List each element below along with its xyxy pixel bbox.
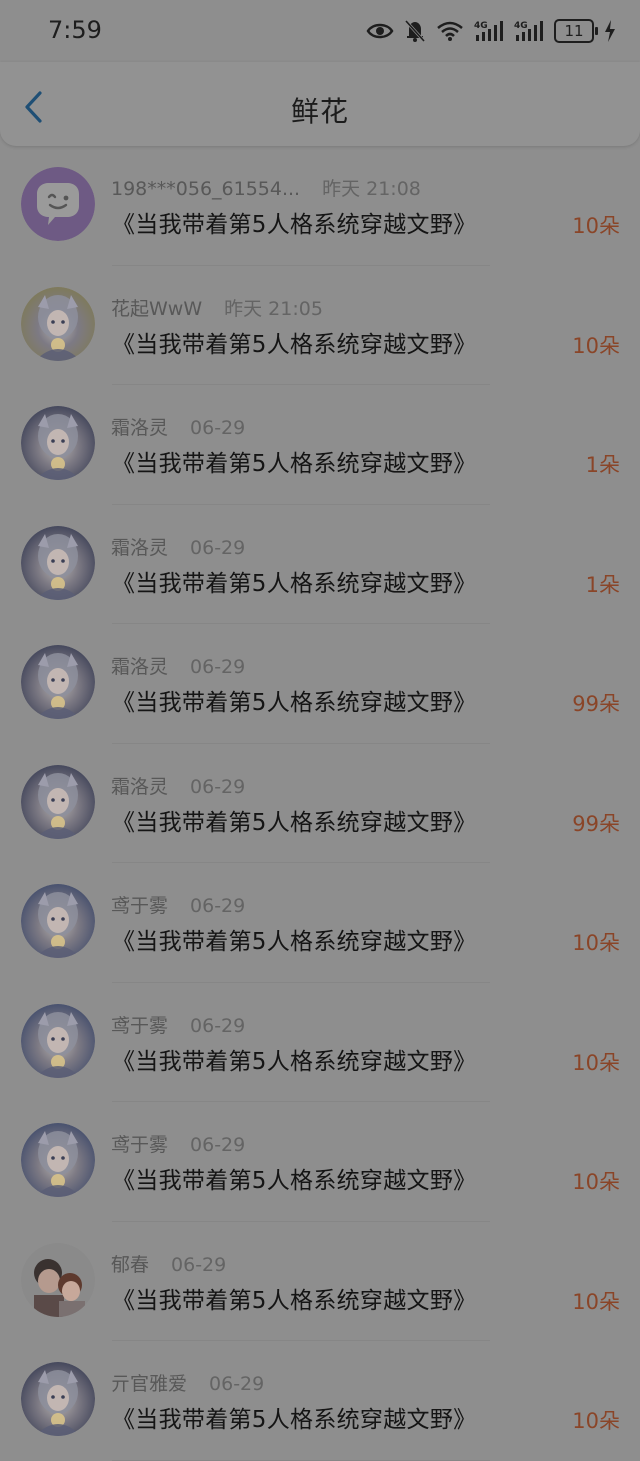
status-time: 7:59: [48, 16, 102, 44]
list-item[interactable]: 霜洛灵 06-29 《当我带着第5人格系统穿越文野》 99朵: [0, 624, 640, 744]
book-title: 《当我带着第5人格系统穿越文野》: [112, 331, 477, 358]
flower-count: 10朵: [572, 931, 620, 955]
username: 霜洛灵: [111, 656, 169, 678]
avatar[interactable]: [21, 1003, 95, 1078]
meta-line: 霜洛灵 06-29: [111, 413, 245, 440]
list-item[interactable]: 霜洛灵 06-29 《当我带着第5人格系统穿越文野》 99朵: [0, 744, 640, 863]
meta-line: 鸢于雾 06-29: [111, 891, 245, 918]
username: 霜洛灵: [111, 775, 169, 798]
avatar[interactable]: [21, 525, 95, 600]
book-title: 《当我带着第5人格系统穿越文野》: [112, 809, 477, 836]
signal-4g-icon: 4G: [474, 21, 503, 41]
list-item[interactable]: 郁春 06-29 《当我带着第5人格系统穿越文野》 10朵: [0, 1222, 640, 1341]
meta-line: 花起WwW 昨天 21:05: [111, 294, 323, 321]
username: 鸢于雾: [111, 1014, 169, 1037]
avatar[interactable]: [21, 1123, 95, 1197]
username: 霜洛灵: [111, 536, 169, 559]
list-item[interactable]: 198***056_61554... 昨天 21:08 《当我带着第5人格系统穿越文…: [0, 146, 640, 266]
date: 06-29: [190, 775, 246, 798]
username: 花起WwW: [111, 297, 203, 320]
username: 鸢于雾: [111, 895, 169, 917]
username: 198***056_61554...: [111, 178, 301, 200]
book-title: 《当我带着第5人格系统穿越文野》: [112, 1287, 477, 1314]
meta-line: 郁春 06-29: [111, 1250, 226, 1277]
date: 06-29: [190, 656, 246, 678]
meta-line: 亓官雅爱 06-29: [111, 1369, 264, 1396]
date: 昨天 21:08: [322, 178, 421, 200]
status-bar: 7:59 4G 4G 11: [0, 0, 640, 62]
avatar[interactable]: [21, 764, 95, 839]
eye-icon: [366, 23, 394, 39]
avatar[interactable]: [21, 1362, 95, 1436]
avatar[interactable]: [21, 167, 95, 241]
wifi-icon: [437, 21, 463, 41]
svg-text:4G: 4G: [514, 21, 528, 31]
flower-count: 1朵: [585, 453, 620, 477]
username: 鸢于雾: [111, 1134, 169, 1156]
list-item[interactable]: 鸢于雾 06-29 《当我带着第5人格系统穿越文野》 10朵: [0, 863, 640, 983]
list-item[interactable]: 花起WwW 昨天 21:05 《当我带着第5人格系统穿越文野》 10朵: [0, 266, 640, 385]
status-icons: 4G 4G 11: [366, 16, 616, 46]
page-header: 鲜花: [0, 62, 640, 146]
date: 06-29: [190, 1134, 246, 1156]
username: 郁春: [111, 1253, 150, 1276]
flower-list: 198***056_61554... 昨天 21:08 《当我带着第5人格系统穿越文…: [0, 146, 640, 1461]
battery-icon: 11: [554, 19, 598, 43]
username: 霜洛灵: [111, 417, 169, 439]
book-title: 《当我带着第5人格系统穿越文野》: [112, 1407, 477, 1433]
flower-count: 10朵: [572, 333, 620, 358]
flower-count: 1朵: [585, 572, 620, 597]
book-title: 《当我带着第5人格系统穿越文野》: [112, 690, 477, 716]
avatar[interactable]: [21, 884, 95, 958]
signal-4g-icon: 4G: [514, 21, 543, 41]
flower-count: 10朵: [572, 214, 620, 238]
avatar[interactable]: [21, 645, 95, 719]
list-item[interactable]: 鸢于雾 06-29 《当我带着第5人格系统穿越文野》 10朵: [0, 1102, 640, 1222]
page-title: 鲜花: [290, 95, 349, 128]
date: 06-29: [190, 417, 246, 439]
flower-count: 10朵: [572, 1409, 620, 1433]
avatar[interactable]: [21, 406, 95, 480]
meta-line: 霜洛灵 06-29: [111, 772, 245, 799]
date: 06-29: [171, 1253, 227, 1276]
book-title: 《当我带着第5人格系统穿越文野》: [112, 570, 477, 597]
flower-count: 99朵: [572, 811, 620, 836]
book-title: 《当我带着第5人格系统穿越文野》: [112, 212, 477, 238]
date: 06-29: [190, 895, 246, 917]
meta-line: 鸢于雾 06-29: [111, 1011, 245, 1038]
meta-line: 霜洛灵 06-29: [111, 652, 245, 679]
avatar[interactable]: [21, 286, 95, 361]
date: 06-29: [190, 1014, 246, 1037]
flower-count: 99朵: [572, 692, 620, 716]
divider: [112, 1459, 490, 1461]
mute-bell-icon: [404, 19, 426, 43]
list-item[interactable]: 霜洛灵 06-29 《当我带着第5人格系统穿越文野》 1朵: [0, 385, 640, 505]
book-title: 《当我带着第5人格系统穿越文野》: [112, 929, 477, 955]
meta-line: 鸢于雾 06-29: [111, 1130, 245, 1157]
book-title: 《当我带着第5人格系统穿越文野》: [112, 1168, 477, 1194]
date: 06-29: [190, 536, 246, 559]
avatar[interactable]: [21, 1242, 95, 1317]
charging-bolt-icon: [605, 20, 615, 42]
date: 06-29: [209, 1373, 265, 1395]
book-title: 《当我带着第5人格系统穿越文野》: [112, 1048, 477, 1075]
svg-text:4G: 4G: [474, 21, 488, 31]
list-item[interactable]: 鸢于雾 06-29 《当我带着第5人格系统穿越文野》 10朵: [0, 983, 640, 1102]
date: 昨天 21:05: [224, 297, 323, 320]
username: 亓官雅爱: [111, 1373, 188, 1395]
list-item[interactable]: 亓官雅爱 06-29 《当我带着第5人格系统穿越文野》 10朵: [0, 1341, 640, 1461]
book-title: 《当我带着第5人格系统穿越文野》: [112, 451, 477, 477]
meta-line: 霜洛灵 06-29: [111, 533, 245, 560]
meta-line: 198***056_61554... 昨天 21:08: [111, 174, 421, 201]
flower-count: 10朵: [572, 1050, 620, 1075]
list-item[interactable]: 霜洛灵 06-29 《当我带着第5人格系统穿越文野》 1朵: [0, 505, 640, 624]
flower-count: 10朵: [572, 1289, 620, 1314]
flower-count: 10朵: [572, 1170, 620, 1194]
